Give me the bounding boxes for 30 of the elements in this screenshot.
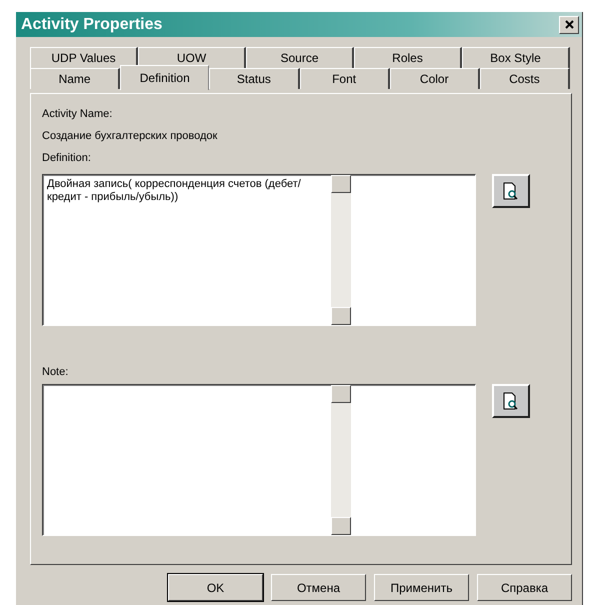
field-label: Note: (42, 366, 70, 378)
tab[interactable]: Name (30, 68, 120, 89)
close-button[interactable] (559, 16, 579, 34)
tab[interactable]: Box Style (462, 47, 570, 68)
tab[interactable]: Color (390, 68, 480, 89)
tab[interactable]: Font (300, 68, 390, 89)
tab[interactable]: UDP Values (30, 47, 138, 68)
dialog-button[interactable]: Отмена (271, 574, 366, 601)
preview-button[interactable] (492, 174, 530, 208)
tab[interactable]: Definition (120, 65, 210, 90)
scrollbar[interactable] (331, 175, 351, 325)
dialog-button[interactable]: Применить (374, 574, 469, 601)
preview-button[interactable] (492, 384, 530, 418)
tab[interactable]: UOW (138, 47, 246, 68)
tab[interactable]: Roles (354, 47, 462, 68)
field-label: Definition: (42, 152, 92, 164)
dialog-button[interactable]: Справка (477, 574, 572, 601)
tab[interactable]: Costs (480, 68, 570, 89)
dialog-button[interactable]: OK (168, 574, 263, 601)
scrollbar[interactable] (331, 385, 351, 535)
definition-field[interactable]: Двойная запись( корреспонденция счетов (дебет/ кредит - прибыль/убыль)) (42, 174, 476, 326)
note-field[interactable] (42, 384, 476, 536)
page-magnifier-icon (503, 392, 519, 410)
tab[interactable]: Status (209, 68, 300, 89)
field-label: Activity Name: (42, 108, 114, 120)
activity-name-text: Создание бухгалтерских проводок (42, 130, 218, 142)
tab[interactable]: Source (246, 47, 354, 68)
window-title: Activity Properties (21, 16, 162, 34)
close-icon (564, 20, 574, 29)
page-magnifier-icon (503, 182, 519, 200)
